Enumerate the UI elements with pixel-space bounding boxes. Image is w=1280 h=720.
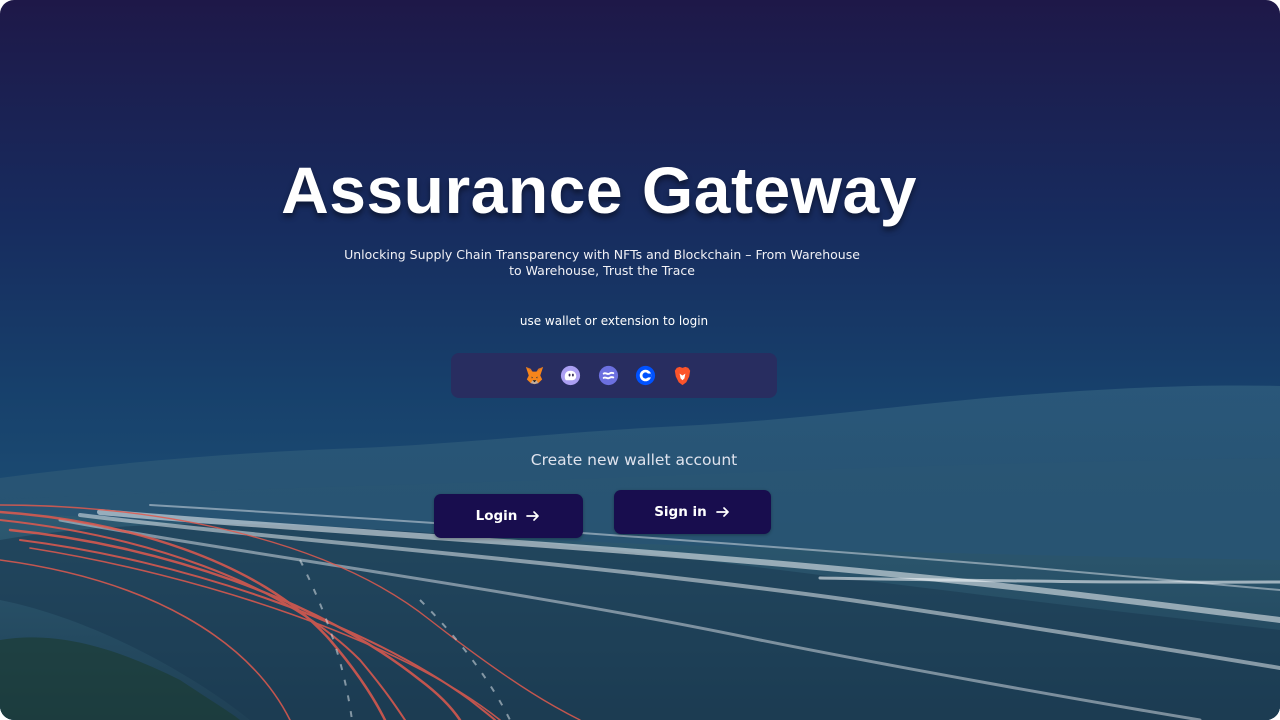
page-title: Assurance Gateway [281, 153, 917, 227]
metamask-fox-icon[interactable] [523, 364, 546, 387]
sign-in-button-label: Sign in [654, 504, 707, 520]
coinbase-icon[interactable] [634, 364, 657, 387]
arrow-right-icon [715, 504, 731, 520]
phantom-ghost-icon[interactable] [559, 364, 582, 387]
wallet-login-hint: use wallet or extension to login [519, 314, 709, 328]
tagline: Unlocking Supply Chain Transparency with… [344, 247, 860, 278]
arrow-right-icon [525, 508, 541, 524]
login-button[interactable]: Login [434, 494, 583, 538]
solflare-icon[interactable] [597, 364, 620, 387]
create-wallet-account-link[interactable]: Create new wallet account [460, 451, 808, 469]
login-button-label: Login [475, 508, 518, 524]
sign-in-button[interactable]: Sign in [614, 490, 771, 534]
brave-lion-icon[interactable] [671, 364, 694, 387]
wallet-options-bar [451, 353, 777, 398]
login-page: Assurance Gateway Unlocking Supply Chain… [0, 0, 1280, 720]
